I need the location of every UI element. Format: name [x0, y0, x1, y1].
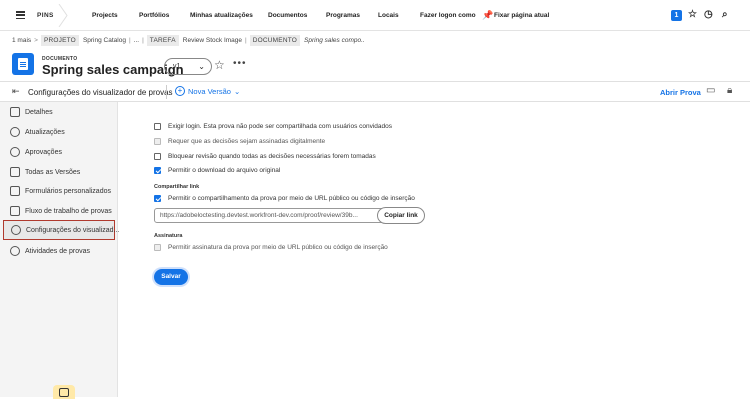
more-options-icon[interactable]: ••• [233, 58, 247, 69]
sidebar-item-label: Formulários personalizados [25, 187, 111, 195]
checkbox[interactable] [154, 195, 161, 202]
forms-icon [10, 186, 20, 196]
updates-icon [10, 127, 20, 137]
settings-icon [11, 225, 21, 235]
sidebar-item-versions[interactable]: Todas as Versões [0, 162, 118, 182]
notification-badge[interactable]: 1 [671, 10, 682, 21]
option-allow-download[interactable]: Permitir o download do arquivo original [154, 167, 280, 174]
option-share-link[interactable]: Permitir o compartilhamento da prova por… [154, 195, 415, 202]
sidebar-item-approvals[interactable]: Aprovações [0, 142, 118, 162]
breadcrumb-task-type: TAREFA [146, 34, 179, 46]
top-navigation-bar: PINS Projects Portfólios Minhas atualiza… [0, 0, 750, 31]
nav-documents[interactable]: Documentos [268, 12, 307, 19]
option-label: Permitir o download do arquivo original [168, 167, 281, 174]
details-icon [10, 107, 20, 117]
divider [166, 85, 167, 99]
page-title: Spring sales campaign [42, 62, 184, 77]
chevron-right-icon [58, 4, 68, 27]
copy-link-button[interactable]: Copiar link [377, 207, 425, 224]
breadcrumb-separator: > [34, 36, 38, 44]
breadcrumb: 1 mais > PROJETO Spring Catalog | ... | … [12, 33, 365, 47]
share-url-field[interactable]: https://adobeloctesting.devtest.workfron… [154, 208, 389, 223]
checkbox[interactable] [154, 153, 161, 160]
option-lock-review[interactable]: Bloquear revisão quando todas as decisõe… [154, 153, 376, 160]
breadcrumb-more[interactable]: 1 mais [12, 37, 31, 44]
nav-my-updates[interactable]: Minhas atualizações [190, 12, 253, 19]
lock-icon[interactable]: 🔒︎ [727, 85, 732, 96]
sidebar-item-label: Fluxo de trabalho de provas [25, 207, 112, 215]
breadcrumb-separator: | [142, 36, 144, 44]
nav-portfolios[interactable]: Portfólios [139, 12, 169, 19]
workflow-icon [10, 206, 20, 216]
versions-icon [10, 167, 20, 177]
save-button[interactable]: Salvar [154, 269, 188, 285]
breadcrumb-separator: | [128, 36, 131, 44]
sidebar-item-label: Aprovações [25, 148, 62, 156]
option-label: Requer que as decisões sejam assinadas d… [168, 138, 326, 145]
option-digital-signature: Requer que as decisões sejam assinadas d… [154, 138, 325, 145]
document-toolbar: ⇤ Configurações do visualizador de prova… [0, 81, 750, 102]
share-link-heading: Compartilhar link [154, 184, 200, 190]
nav-projects[interactable]: Projects [92, 12, 118, 19]
new-version-button[interactable]: + Nova Versão ⌄ [175, 86, 240, 96]
activity-icon [10, 246, 20, 256]
sidebar-item-label: Todas as Versões [25, 168, 81, 176]
chevron-down-icon: ⌄ [198, 62, 205, 71]
settings-panel: Exigir login. Esta prova não pode ser co… [118, 102, 750, 397]
sidebar-item-proof-viewer-settings[interactable]: Configurações do visualizad... [3, 220, 119, 240]
approvals-icon [10, 147, 20, 157]
checkbox [154, 138, 161, 145]
sidebar-item-details[interactable]: Detalhes [0, 102, 118, 122]
signature-heading: Assinatura [154, 233, 183, 239]
section-title: Configurações do visualizador de provas [28, 88, 173, 97]
sidebar-item-label: Detalhes [25, 108, 53, 116]
favorite-star-icon[interactable]: ☆ [214, 58, 225, 72]
nav-log-in-as[interactable]: Fazer logon como [420, 12, 476, 19]
star-icon[interactable]: ☆ [688, 9, 697, 20]
open-proof-button[interactable]: Abrir Prova [660, 88, 701, 97]
sidebar-item-label: Configurações do visualizad... [26, 226, 120, 234]
document-icon [12, 53, 34, 75]
option-label: Bloquear revisão quando todas as decisõe… [168, 153, 376, 160]
history-icon[interactable]: ◷ [704, 9, 713, 20]
breadcrumb-ellipsis[interactable]: ... [134, 37, 139, 44]
sidebar-item-proof-activities[interactable]: Atividades de provas [0, 241, 118, 261]
sidebar-item-label: Atividades de provas [25, 247, 90, 255]
checkbox[interactable] [154, 123, 161, 130]
new-version-label: Nova Versão [188, 86, 231, 96]
pin-current-page[interactable]: Fixar página atual [494, 12, 549, 19]
breadcrumb-project-type: PROJETO [40, 34, 79, 46]
nav-programs[interactable]: Programas [326, 12, 360, 19]
breadcrumb-task[interactable]: Review Stock Image [183, 37, 242, 44]
breadcrumb-separator: | [245, 36, 247, 44]
sidebar-item-label: Atualizações [25, 128, 65, 136]
chat-icon [59, 388, 69, 397]
sidebar-item-updates[interactable]: Atualizações [0, 122, 118, 142]
version-select[interactable]: v1 ⌄ [164, 58, 212, 75]
chevron-down-icon: ⌄ [233, 86, 241, 96]
sidebar-item-custom-forms[interactable]: Formulários personalizados [0, 181, 118, 201]
sidebar-item-proof-workflow[interactable]: Fluxo de trabalho de provas [0, 201, 118, 221]
pins-label[interactable]: PINS [37, 12, 54, 19]
breadcrumb-doc-type: DOCUMENTO [249, 34, 301, 46]
option-require-login[interactable]: Exigir login. Esta prova não pode ser co… [154, 123, 392, 130]
option-label: Permitir o compartilhamento da prova por… [168, 195, 415, 202]
search-icon[interactable]: ⌕ [722, 9, 728, 20]
plus-icon: + [175, 86, 185, 96]
option-public-signature: Permitir assinatura da prova por meio de… [154, 244, 388, 251]
breadcrumb-document[interactable]: Spring sales compo.. [304, 37, 365, 44]
menu-icon[interactable] [16, 11, 25, 19]
version-value: v1 [173, 63, 181, 70]
option-label: Permitir assinatura da prova por meio de… [168, 244, 388, 251]
checkbox [154, 244, 161, 251]
nav-locations[interactable]: Locais [378, 12, 399, 19]
collapse-panel-icon[interactable]: ⇤ [12, 86, 20, 97]
pin-icon[interactable]: 📌 [482, 10, 493, 21]
option-label: Exigir login. Esta prova não pode ser co… [168, 123, 393, 130]
proof-viewer-icon[interactable]: ▭ [706, 85, 715, 96]
checkbox[interactable] [154, 167, 161, 174]
breadcrumb-project[interactable]: Spring Catalog [83, 37, 126, 44]
sidebar: Detalhes Atualizações Aprovações Todas a… [0, 102, 119, 399]
